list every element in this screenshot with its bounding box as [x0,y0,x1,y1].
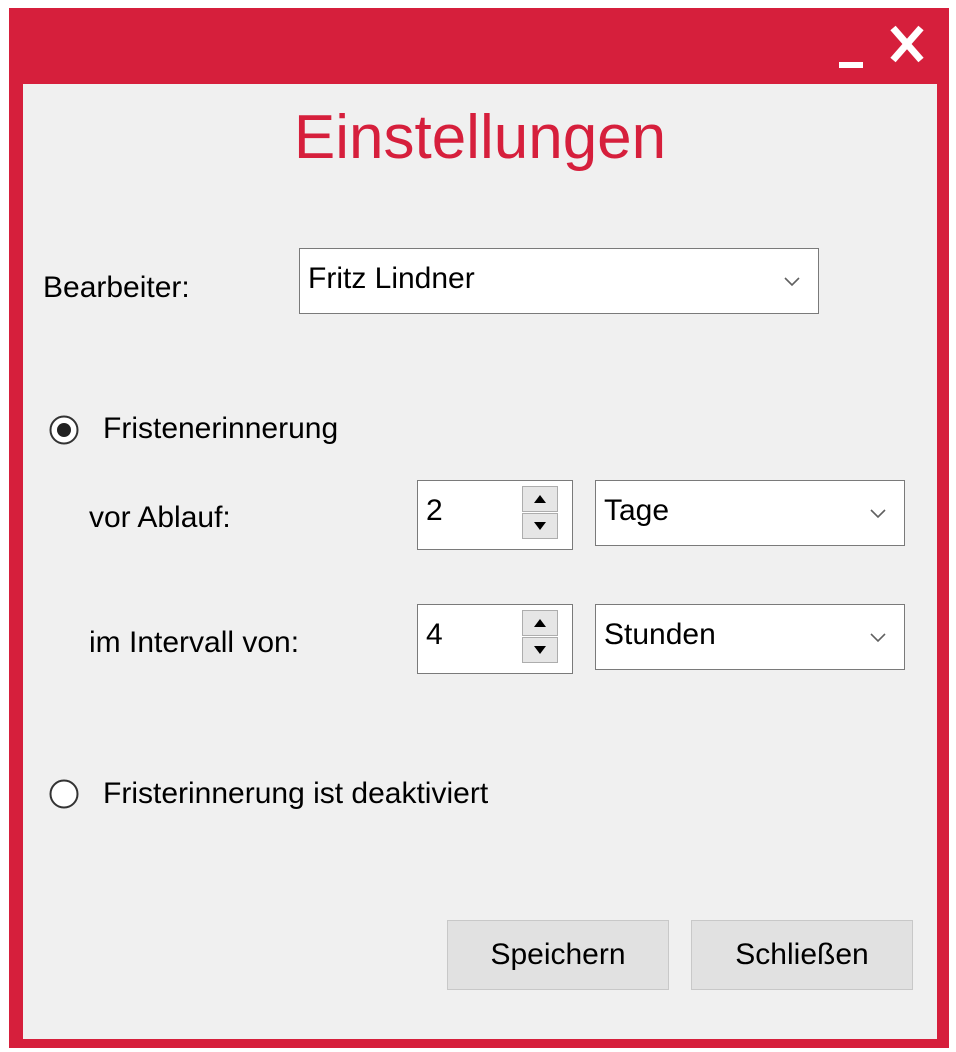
vor-ablauf-increment[interactable] [522,486,558,512]
chevron-down-icon [870,633,886,643]
radio-fristenerinnerung[interactable] [49,415,79,445]
settings-content: Einstellungen Bearbeiter: Fritz Lindner … [23,84,937,1039]
chevron-down-icon [784,277,800,287]
vor-ablauf-label: vor Ablauf: [89,501,231,534]
arrow-up-icon [522,486,558,512]
radio-unselected-icon [49,779,79,809]
intervall-decrement[interactable] [522,637,558,663]
radio-deaktiviert[interactable] [49,779,79,809]
close-button[interactable]: Schließen [691,920,913,990]
arrow-down-icon [522,513,558,539]
bearbeiter-select[interactable]: Fritz Lindner [299,248,819,314]
vor-ablauf-decrement[interactable] [522,513,558,539]
minimize-button[interactable] [829,18,877,70]
intervall-increment[interactable] [522,610,558,636]
intervall-unit-select[interactable]: Stunden [595,604,905,670]
arrow-down-icon [522,637,558,663]
vor-ablauf-number: 2 [426,494,443,527]
fristenerinnerung-label: Fristenerinnerung [103,412,339,445]
intervall-unit-value: Stunden [604,618,716,651]
radio-selected-icon [49,415,79,445]
intervall-stepper[interactable]: 4 [417,604,573,674]
vor-ablauf-unit-select[interactable]: Tage [595,480,905,546]
intervall-label: im Intervall von: [89,626,300,659]
dialog-title: Einstellungen [293,103,667,172]
minimize-icon [839,62,863,68]
bearbeiter-label: Bearbeiter: [43,271,190,304]
vor-ablauf-stepper[interactable]: 2 [417,480,573,550]
arrow-up-icon [522,610,558,636]
vor-ablauf-unit-value: Tage [604,494,670,527]
intervall-number: 4 [426,618,443,651]
close-window-button[interactable] [883,18,931,70]
bearbeiter-value: Fritz Lindner [308,262,475,295]
chevron-down-icon [870,509,886,519]
close-icon [890,25,924,63]
settings-window: Einstellungen Bearbeiter: Fritz Lindner … [9,8,949,1048]
deaktiviert-label: Fristerinnerung ist deaktiviert [103,777,489,810]
title-bar[interactable] [9,8,949,84]
save-button[interactable]: Speichern [447,920,669,990]
